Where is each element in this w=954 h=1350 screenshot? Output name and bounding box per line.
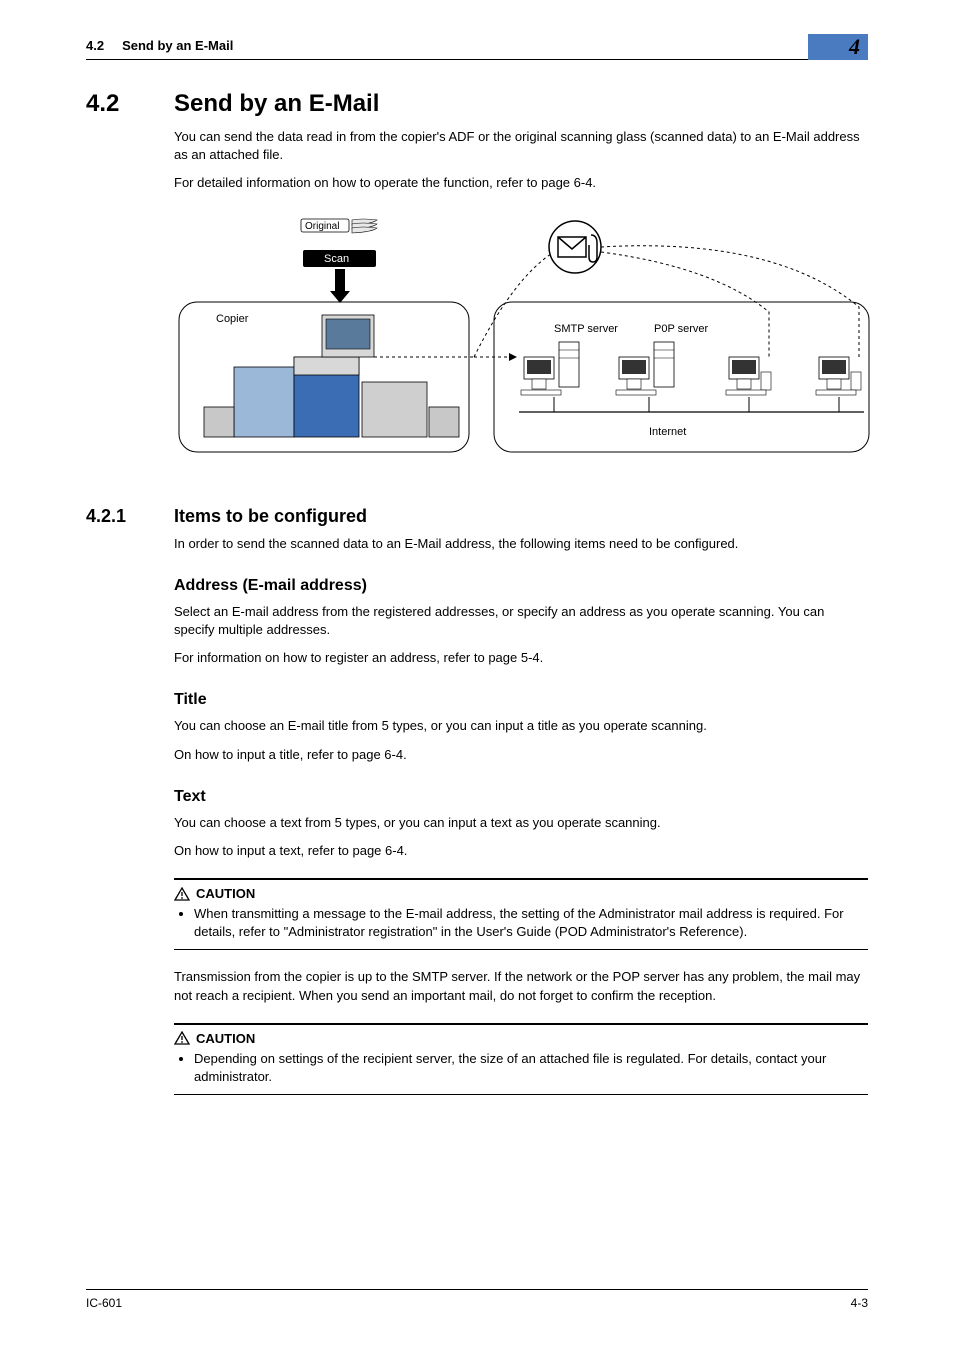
computer-icon <box>726 357 771 395</box>
subsection-num: 4.2.1 <box>86 506 146 527</box>
address-p1: Select an E-mail address from the regist… <box>174 603 868 639</box>
section-heading-title: Send by an E-Mail <box>174 90 379 118</box>
header-section-title: Send by an E-Mail <box>122 38 233 53</box>
diagram-smtp-label: SMTP server <box>554 323 618 335</box>
caution-block-1: CAUTION When transmitting a message to t… <box>174 878 868 950</box>
subsection-title: Items to be configured <box>174 506 367 527</box>
subsection-intro: In order to send the scanned data to an … <box>174 535 868 553</box>
footer-page: 4-3 <box>851 1296 868 1310</box>
server-icon <box>521 342 579 395</box>
address-p2: For information on how to register an ad… <box>174 649 868 667</box>
copier-icon <box>204 315 459 437</box>
computer-icon <box>816 357 861 395</box>
caution-block-2: CAUTION Depending on settings of the rec… <box>174 1023 868 1095</box>
text-heading: Text <box>174 788 868 806</box>
section-heading: 4.2 Send by an E-Mail <box>86 90 868 118</box>
diagram-original-label: Original <box>305 221 339 232</box>
caution-label: CAUTION <box>196 1031 255 1046</box>
subsection-heading: 4.2.1 Items to be configured <box>86 506 868 527</box>
title-p1: You can choose an E-mail title from 5 ty… <box>174 717 868 735</box>
caution-label: CAUTION <box>196 886 255 901</box>
footer-model: IC-601 <box>86 1296 122 1310</box>
diagram-pop-label: P0P server <box>654 323 709 335</box>
chapter-badge: 4 <box>808 34 868 60</box>
page-header: 4.2 Send by an E-Mail <box>86 38 868 60</box>
chapter-number: 4 <box>849 36 860 58</box>
warning-icon <box>174 1031 190 1045</box>
section-heading-num: 4.2 <box>86 90 146 118</box>
title-heading: Title <box>174 691 868 709</box>
server-icon <box>616 342 674 395</box>
paper-stack-icon <box>352 219 377 233</box>
intro-paragraph-2: For detailed information on how to opera… <box>174 174 868 192</box>
page-footer: IC-601 4-3 <box>86 1289 868 1310</box>
text-p2: On how to input a text, refer to page 6-… <box>174 842 868 860</box>
title-p2: On how to input a title, refer to page 6… <box>174 746 868 764</box>
address-heading: Address (E-mail address) <box>174 577 868 595</box>
envelope-icon <box>558 237 586 257</box>
intro-paragraph-1: You can send the data read in from the c… <box>174 128 868 164</box>
text-p1: You can choose a text from 5 types, or y… <box>174 814 868 832</box>
diagram-copier-label: Copier <box>216 313 249 325</box>
caution-2-text: Depending on settings of the recipient s… <box>194 1050 868 1086</box>
diagram-internet-label: Internet <box>649 426 686 438</box>
workflow-diagram: Copier Original Scan <box>174 217 874 457</box>
warning-icon <box>174 887 190 901</box>
diagram-scan-label: Scan <box>324 253 349 265</box>
header-section-num: 4.2 <box>86 38 104 53</box>
mid-paragraph: Transmission from the copier is up to th… <box>174 968 868 1004</box>
caution-1-text: When transmitting a message to the E-mai… <box>194 905 868 941</box>
